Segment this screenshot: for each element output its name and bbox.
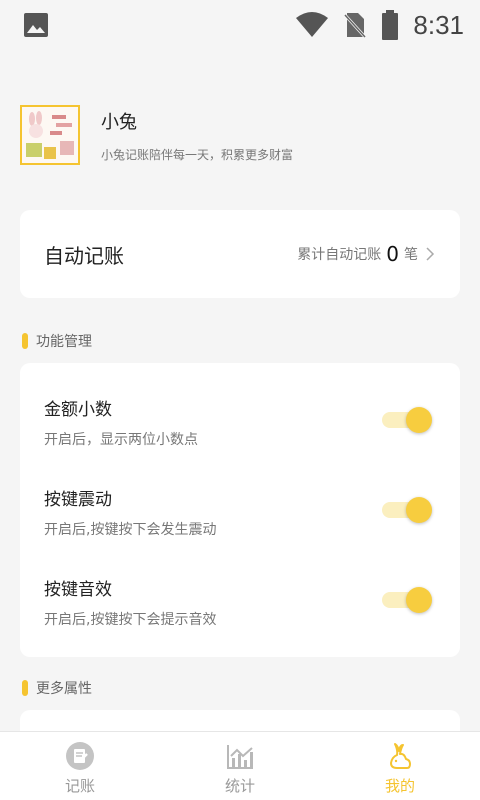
nav-label: 记账 <box>64 777 95 795</box>
setting-description: 开启后,按键按下会提示音效 <box>44 612 217 628</box>
setting-description: 开启后,按键按下会发生震动 <box>44 522 217 538</box>
notebook-edit-icon <box>66 742 94 770</box>
setting-row-vibration: 按键震动 开启后,按键按下会发生震动 <box>20 453 460 543</box>
auto-bookkeeping-unit: 笔 <box>404 247 418 263</box>
setting-description: 开启后，显示两位小数点 <box>44 432 198 448</box>
feature-settings-card: 金额小数 开启后，显示两位小数点 按键震动 开启后,按键按下会发生震动 按键音效… <box>20 363 460 657</box>
toggle-knob <box>406 497 432 523</box>
setting-row-sound: 按键音效 开启后,按键按下会提示音效 <box>20 543 460 633</box>
profile-name: 小兔 <box>101 111 137 133</box>
section-accent-bar <box>22 680 28 696</box>
nav-item-mine[interactable]: 我的 <box>320 732 480 800</box>
toggle-knob <box>406 407 432 433</box>
section-accent-bar <box>22 333 28 349</box>
section-label-text: 功能管理 <box>36 334 92 350</box>
decimal-toggle[interactable] <box>382 407 432 435</box>
wifi-icon <box>296 12 329 37</box>
nav-item-bookkeeping[interactable]: 记账 <box>0 732 160 800</box>
profile-motto: 小兔记账陪伴每一天，积累更多财富 <box>101 147 294 162</box>
status-time: 8:31 <box>413 9 464 40</box>
battery-icon <box>382 10 399 40</box>
setting-title: 金额小数 <box>44 400 112 420</box>
nav-label: 我的 <box>384 777 415 795</box>
vibration-toggle[interactable] <box>382 497 432 525</box>
no-sim-icon <box>344 13 367 39</box>
auto-bookkeeping-summary-label: 累计自动记账 <box>297 247 382 263</box>
status-bar: 8:31 <box>0 0 480 50</box>
auto-bookkeeping-title: 自动记账 <box>44 243 124 268</box>
nav-label: 统计 <box>224 777 255 795</box>
profile-header[interactable]: 小兔 小兔记账陪伴每一天，积累更多财富 <box>20 104 460 166</box>
setting-title: 按键音效 <box>44 580 112 600</box>
auto-bookkeeping-count: 0 <box>386 242 399 266</box>
setting-row-decimal: 金额小数 开启后，显示两位小数点 <box>20 363 460 453</box>
rabbit-icon <box>390 743 411 769</box>
nav-item-statistics[interactable]: 统计 <box>160 732 320 800</box>
avatar[interactable] <box>20 105 80 165</box>
section-label-more: 更多属性 <box>22 678 92 698</box>
auto-bookkeeping-card[interactable]: 自动记账 累计自动记账 0 笔 <box>20 210 460 298</box>
section-label-text: 更多属性 <box>36 681 92 697</box>
gallery-icon <box>24 13 48 37</box>
sound-toggle[interactable] <box>382 587 432 615</box>
toggle-knob <box>406 587 432 613</box>
chart-icon <box>227 745 253 769</box>
bottom-nav: 记账 统计 我的 <box>0 731 480 800</box>
rabbit-avatar-icon <box>22 107 78 163</box>
setting-title: 按键震动 <box>44 490 112 510</box>
section-label-features: 功能管理 <box>22 331 92 351</box>
chevron-right-icon <box>426 247 435 261</box>
